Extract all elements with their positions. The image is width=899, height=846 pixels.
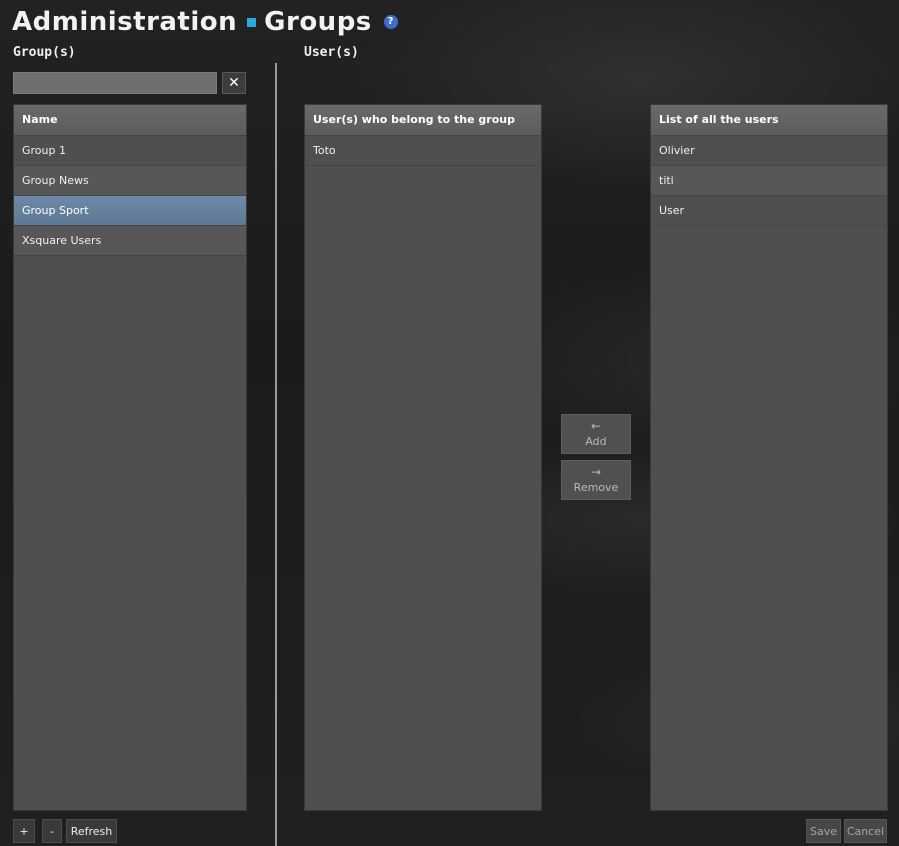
group-search-input[interactable]: [13, 72, 217, 94]
add-user-label: Add: [585, 435, 607, 448]
table-row[interactable]: Xsquare Users: [14, 226, 246, 256]
list-item[interactable]: Olivier: [651, 136, 887, 166]
title-main: Administration: [12, 7, 238, 37]
cancel-button[interactable]: Cancel: [844, 819, 887, 843]
members-list-header: User(s) who belong to the group: [305, 105, 541, 136]
group-members-list: User(s) who belong to the group Toto: [304, 104, 542, 811]
table-row[interactable]: Group News: [14, 166, 246, 196]
refresh-button[interactable]: Refresh: [66, 819, 117, 843]
list-item[interactable]: Toto: [305, 136, 541, 166]
all-users-list: List of all the users Olivier titi User: [650, 104, 888, 811]
arrow-right-icon: →: [590, 465, 602, 479]
list-item[interactable]: User: [651, 196, 887, 226]
help-icon[interactable]: ?: [383, 15, 398, 29]
add-user-button[interactable]: ← Add: [561, 414, 631, 454]
column-header-name[interactable]: Name: [14, 105, 246, 136]
add-group-button[interactable]: +: [13, 819, 35, 843]
save-button[interactable]: Save: [806, 819, 841, 843]
arrow-left-icon: ←: [590, 419, 602, 433]
table-row-selected[interactable]: Group Sport: [14, 196, 246, 226]
remove-group-button[interactable]: -: [42, 819, 62, 843]
table-row[interactable]: Group 1: [14, 136, 246, 166]
remove-user-label: Remove: [573, 481, 619, 494]
groups-table: Name Group 1 Group News Group Sport Xsqu…: [13, 104, 247, 811]
title-separator: [247, 17, 257, 27]
clear-search-button[interactable]: ✕: [222, 72, 246, 94]
section-divider: [275, 63, 277, 846]
all-users-list-header: List of all the users: [651, 105, 887, 136]
close-icon: ✕: [228, 75, 240, 91]
title-sub: Groups: [264, 7, 372, 37]
page-title: Administration Groups ?: [12, 6, 398, 38]
users-section-label: User(s): [304, 45, 359, 60]
remove-user-button[interactable]: → Remove: [561, 460, 631, 500]
groups-section-label: Group(s): [13, 45, 76, 60]
list-item[interactable]: titi: [651, 166, 887, 196]
